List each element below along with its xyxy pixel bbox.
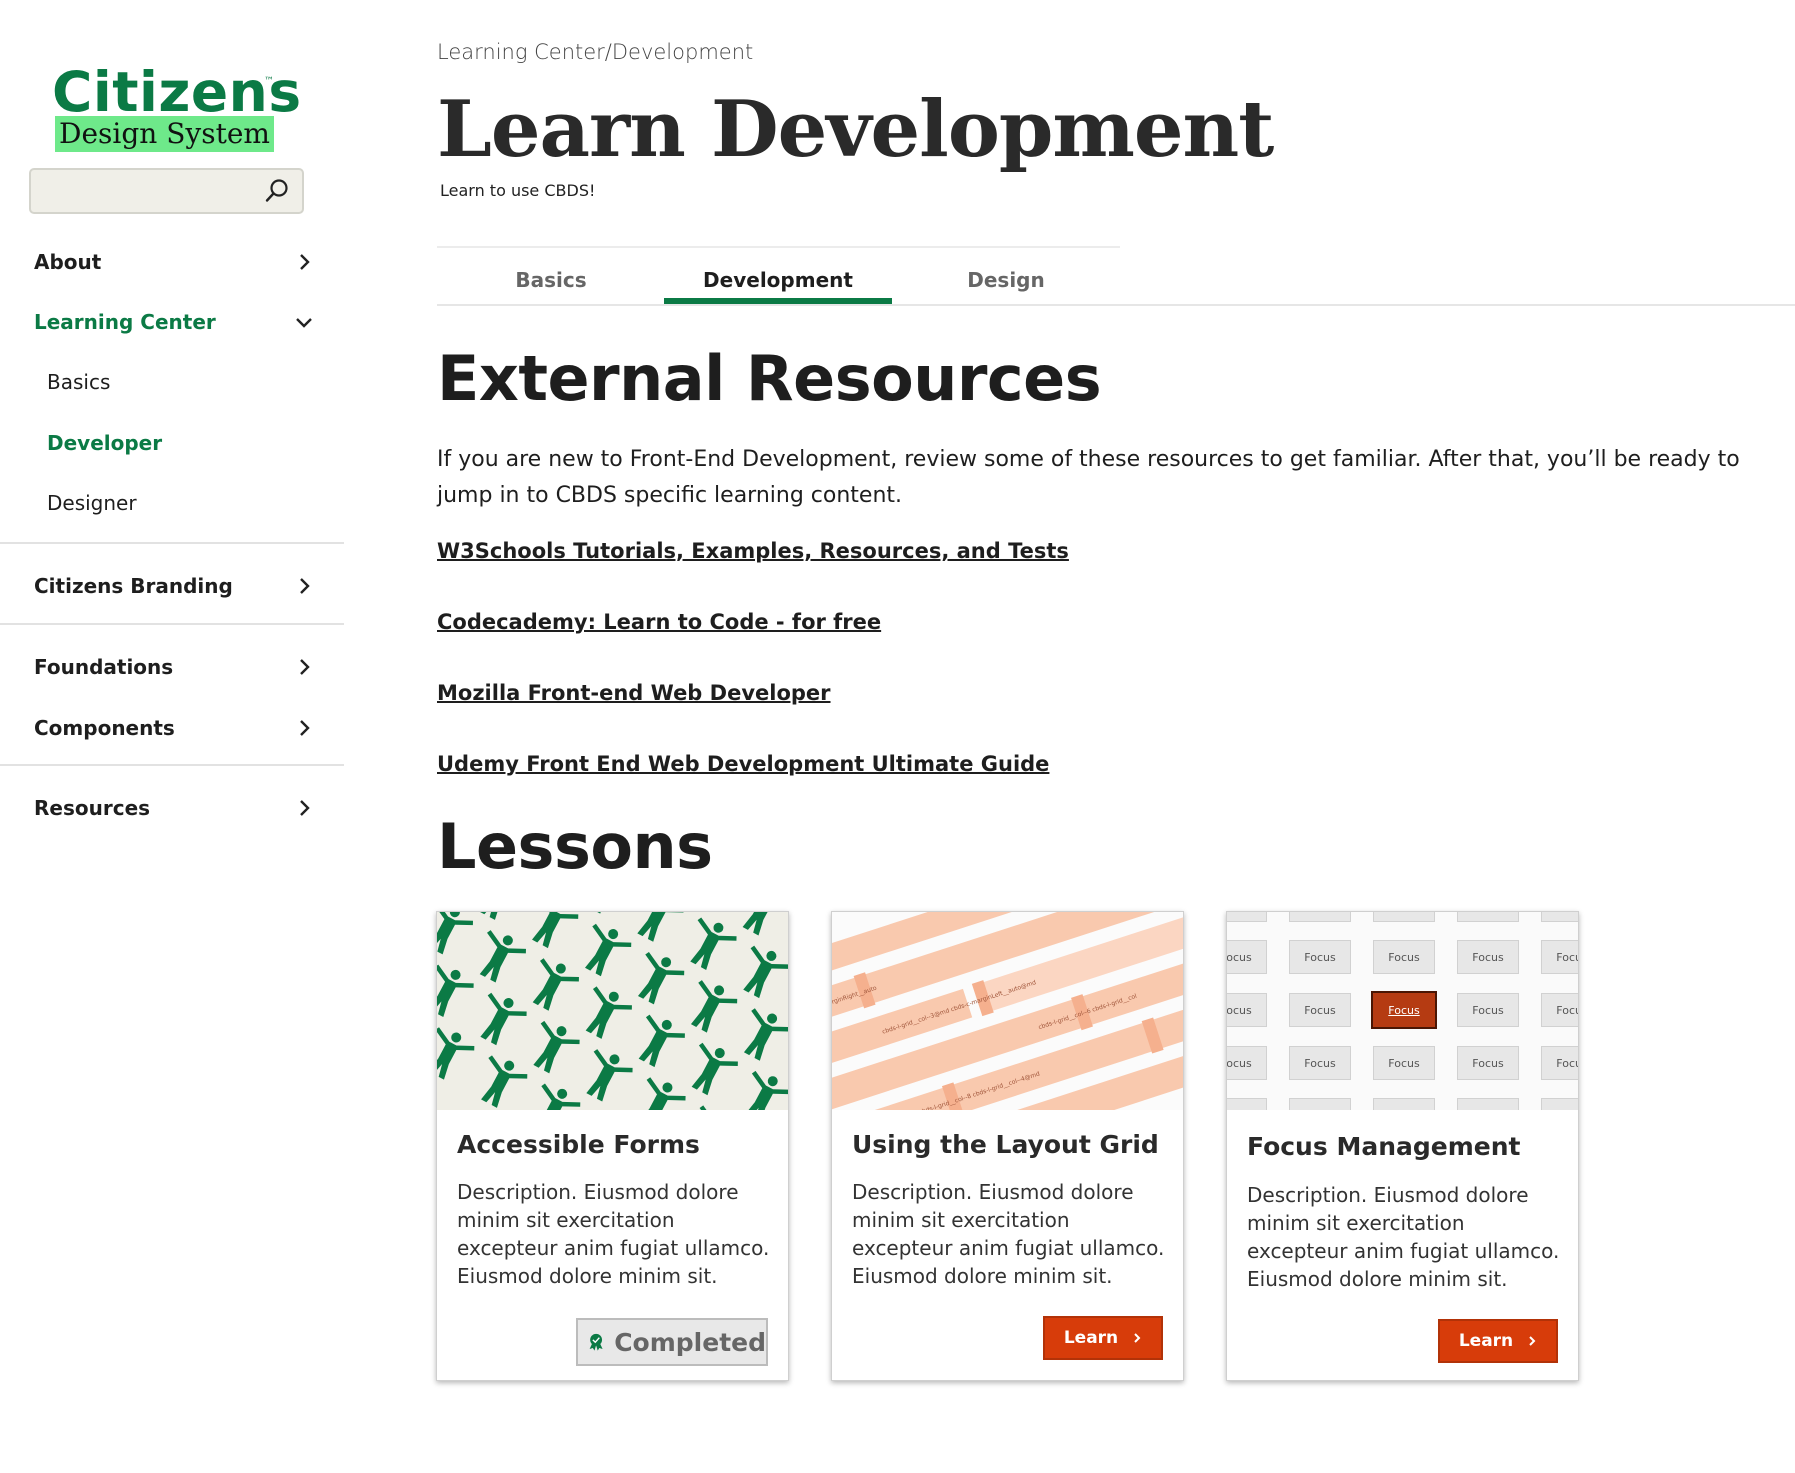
focus-cell: Focus	[1373, 940, 1435, 974]
sidebar-item-foundations[interactable]: Foundations	[34, 647, 314, 687]
layout-grid-illustration: cbds-l-grid__col--3@md cbds-c-marginLeft…	[832, 912, 1183, 1110]
lessons-heading: Lessons	[437, 810, 713, 883]
focus-cell: Focus	[1289, 940, 1351, 974]
sidebar-item-label: Learning Center	[34, 310, 216, 334]
link-w3schools[interactable]: W3Schools Tutorials, Examples, Resources…	[437, 539, 1069, 563]
focus-cell: Focus	[1227, 1046, 1267, 1080]
card-description: Description. Eiusmod dolore minim sit ex…	[852, 1180, 1165, 1288]
focus-cell: Focus	[1457, 940, 1519, 974]
lesson-card-layout-grid[interactable]: cbds-l-grid__col--3@md cbds-c-marginLeft…	[831, 911, 1184, 1381]
sidebar-subitem-designer[interactable]: Designer	[47, 483, 137, 523]
focus-cell: Focus	[1541, 912, 1578, 922]
learn-button-label: Learn	[1063, 1328, 1119, 1348]
completed-badge: Completed	[576, 1318, 768, 1366]
card-title: Using the Layout Grid	[852, 1130, 1159, 1159]
sidebar-item-label: Foundations	[34, 655, 174, 679]
learn-button[interactable]: Learn	[1043, 1316, 1163, 1360]
search-input[interactable]	[29, 168, 304, 214]
sidebar-item-learning-center[interactable]: Learning Center	[34, 302, 314, 342]
layout-grid-image: cbds-l-grid__col--3@md cbds-c-marginLeft…	[832, 912, 1183, 1110]
focus-cell	[1289, 1098, 1351, 1110]
page-title: Learn Development	[437, 84, 1274, 175]
award-ribbon-icon	[589, 1333, 603, 1351]
sidebar-item-components[interactable]: Components	[34, 708, 314, 748]
logo-wordmark: Citizens	[52, 60, 302, 124]
focus-cell: Focus	[1227, 993, 1267, 1027]
sidebar-divider	[0, 764, 344, 766]
tabs-top-border	[437, 246, 1120, 248]
sidebar-item-label: Components	[34, 716, 175, 740]
chevron-right-icon	[300, 720, 310, 736]
tab-design[interactable]: Design	[892, 256, 1120, 304]
focus-cell: Focus	[1373, 912, 1435, 922]
focus-grid-image: Focus Focus Focus Focus Focus Focus Focu…	[1227, 912, 1578, 1110]
focus-cell: Focus	[1373, 1046, 1435, 1080]
chevron-right-icon	[300, 254, 310, 270]
focus-cell: Focus	[1541, 1046, 1578, 1080]
sidebar-item-resources[interactable]: Resources	[34, 788, 314, 828]
focus-cell: Focus	[1289, 993, 1351, 1027]
external-resources-intro: If you are new to Front-End Development,…	[437, 447, 1740, 508]
focus-cell: Focus	[1457, 993, 1519, 1027]
focus-cell	[1457, 1098, 1519, 1110]
learn-button-label: Learn	[1458, 1331, 1514, 1351]
card-description: Description. Eiusmod dolore minim sit ex…	[1247, 1183, 1560, 1291]
focus-cell	[1541, 1098, 1578, 1110]
logo-subtitle: Design System	[55, 116, 274, 152]
focus-cell: Focus	[1227, 940, 1267, 974]
sidebar-item-label: About	[34, 250, 102, 274]
learn-button[interactable]: Learn	[1438, 1319, 1558, 1363]
citizens-logo[interactable]: Citizens ™ Design System	[52, 62, 301, 154]
external-resources-heading: External Resources	[437, 342, 1102, 415]
link-codecademy[interactable]: Codecademy: Learn to Code - for free	[437, 610, 881, 634]
sidebar-subitem-developer[interactable]: Developer	[47, 423, 162, 463]
completed-label: Completed	[614, 1327, 766, 1357]
sidebar-divider	[0, 623, 344, 625]
sidebar-subitem-basics[interactable]: Basics	[47, 362, 110, 402]
focus-cell: Focus	[1541, 940, 1578, 974]
focused-cell: Focus	[1371, 991, 1437, 1029]
lesson-card-accessible-forms[interactable]: Accessible Forms Description. Eiusmod do…	[436, 911, 789, 1381]
focus-cell: Focus	[1457, 912, 1519, 922]
chevron-right-icon	[300, 659, 310, 675]
tab-development[interactable]: Development	[664, 256, 892, 304]
breadcrumb[interactable]: Learning Center/Development	[437, 40, 753, 64]
chevron-right-icon	[300, 578, 310, 594]
focus-cell: Focus	[1227, 912, 1267, 922]
sidebar-item-label: Citizens Branding	[34, 574, 233, 598]
chevron-down-icon	[296, 318, 312, 328]
search-icon[interactable]	[264, 178, 290, 204]
card-description: Description. Eiusmod dolore minim sit ex…	[457, 1180, 770, 1288]
tabs-bottom-border	[437, 304, 1795, 306]
focus-cell: Focus	[1541, 993, 1578, 1027]
sidebar-item-about[interactable]: About	[34, 242, 314, 282]
accessible-forms-pattern-image	[437, 912, 788, 1110]
sidebar-item-label: Resources	[34, 796, 151, 820]
sidebar-item-citizens-branding[interactable]: Citizens Branding	[34, 566, 314, 606]
tab-basics[interactable]: Basics	[437, 256, 665, 304]
people-pattern-image	[437, 912, 788, 1110]
chevron-right-icon	[1529, 1336, 1536, 1346]
focus-cell: Focus	[1289, 912, 1351, 922]
chevron-right-icon	[1134, 1333, 1141, 1343]
focus-cell	[1227, 1098, 1267, 1110]
link-udemy[interactable]: Udemy Front End Web Development Ultimate…	[437, 752, 1049, 776]
chevron-right-icon	[300, 800, 310, 816]
focus-cell: Focus	[1457, 1046, 1519, 1080]
lesson-card-focus-management[interactable]: Focus Focus Focus Focus Focus Focus Focu…	[1226, 911, 1579, 1381]
card-title: Accessible Forms	[457, 1130, 700, 1159]
page-subtitle: Learn to use CBDS!	[440, 181, 596, 200]
sidebar: Citizens ™ Design System About Learning …	[0, 0, 344, 1473]
sidebar-divider	[0, 542, 344, 544]
card-title: Focus Management	[1247, 1132, 1521, 1161]
focus-cell: Focus	[1289, 1046, 1351, 1080]
focus-cell	[1373, 1098, 1435, 1110]
logo-trademark: ™	[264, 76, 274, 87]
link-mozilla[interactable]: Mozilla Front-end Web Developer	[437, 681, 831, 705]
